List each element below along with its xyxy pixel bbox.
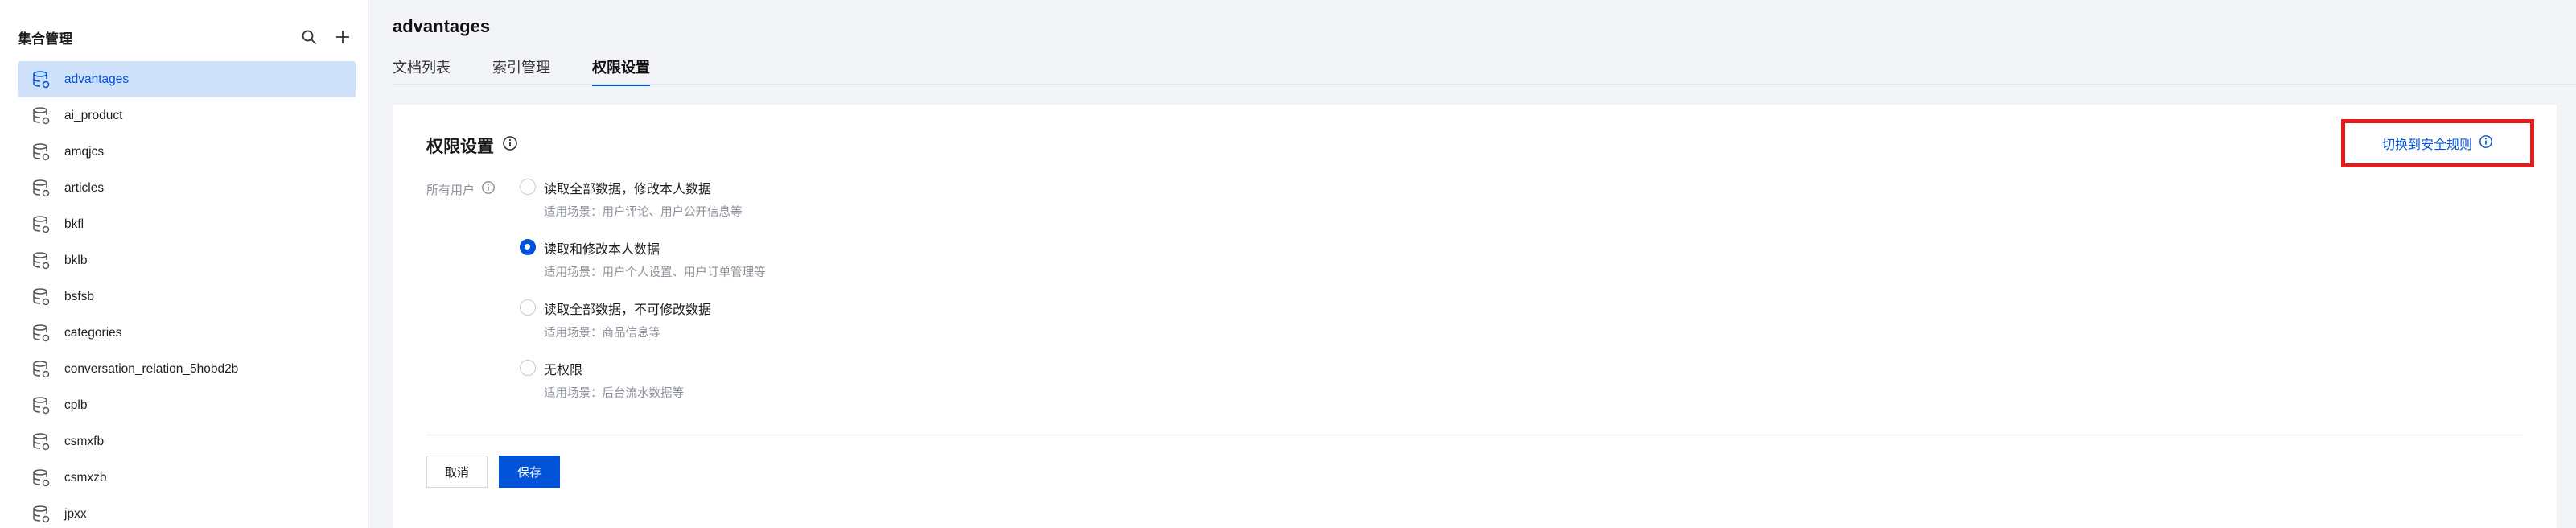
permission-option-title[interactable]: 读取全部数据，不可修改数据: [544, 299, 711, 318]
database-icon: [31, 105, 51, 126]
tab-permissions[interactable]: 权限设置: [592, 56, 650, 86]
sidebar-header: 集合管理: [18, 21, 353, 53]
cancel-button[interactable]: 取消: [426, 456, 488, 488]
permission-radio[interactable]: [520, 179, 536, 195]
collection-item[interactable]: jpxx: [18, 496, 356, 528]
tab-documents[interactable]: 文档列表: [393, 56, 451, 86]
main-panel: advantages 文档列表 索引管理 权限设置 权限设置 切换到安全规则 所…: [368, 0, 2576, 528]
collection-item[interactable]: amqjcs: [18, 134, 356, 170]
permission-option-desc: 适用场景：后台流水数据等: [544, 387, 684, 400]
permission-radio[interactable]: [520, 299, 536, 316]
permission-option-desc: 适用场景：用户个人设置、用户订单管理等: [544, 266, 766, 279]
permission-option-title[interactable]: 读取全部数据，修改本人数据: [544, 178, 711, 197]
collection-item[interactable]: cplb: [18, 387, 356, 423]
collection-item-label: conversation_relation_5hobd2b: [64, 361, 239, 376]
collection-item[interactable]: articles: [18, 170, 356, 206]
save-button[interactable]: 保存: [499, 456, 561, 488]
permission-option-title[interactable]: 无权限: [544, 359, 582, 378]
collection-item-label: bkfl: [64, 217, 84, 231]
database-icon: [31, 142, 51, 163]
permission-card: 权限设置 切换到安全规则 所有用户 读取全部数据，修改本人数据 适用场景：用户评…: [393, 105, 2557, 528]
permission-title: 权限设置: [426, 134, 518, 158]
form-actions: 取消 保存: [426, 456, 561, 488]
collection-item[interactable]: bsfsb: [18, 278, 356, 315]
collection-item-label: articles: [64, 180, 105, 195]
collection-item-label: jpxx: [64, 506, 87, 521]
tab-bar: 文档列表 索引管理 权限设置: [393, 56, 650, 86]
database-icon: [31, 468, 51, 489]
search-icon[interactable]: [298, 27, 319, 47]
database-icon: [31, 395, 51, 416]
database-icon: [31, 359, 51, 380]
collection-item[interactable]: csmxzb: [18, 460, 356, 496]
all-users-label: 所有用户: [426, 180, 496, 198]
collection-item-label: bklb: [64, 253, 88, 267]
database-icon: [31, 287, 51, 307]
switch-to-security-rules-label: 切换到安全规则: [2381, 138, 2472, 152]
database-icon: [31, 69, 51, 90]
collection-item[interactable]: conversation_relation_5hobd2b: [18, 351, 356, 387]
permission-radio[interactable]: [520, 360, 536, 376]
database-icon: [31, 323, 51, 344]
info-icon[interactable]: [502, 135, 518, 156]
collection-list: advantages ai_productamqjcs articles bkfl bk…: [18, 61, 356, 528]
collection-sidebar: 集合管理 advantages ai_productamqjcs articles b…: [0, 0, 368, 528]
info-icon[interactable]: [481, 180, 496, 198]
permission-option-desc: 适用场景：用户评论、用户公开信息等: [544, 206, 743, 219]
all-users-label-text: 所有用户: [426, 183, 475, 197]
collection-item[interactable]: bkfl: [18, 206, 356, 242]
collection-item[interactable]: bklb: [18, 242, 356, 278]
database-icon: [31, 431, 51, 452]
database-icon: [31, 504, 51, 525]
permission-radio[interactable]: [520, 239, 536, 255]
collection-item-label: csmxfb: [64, 434, 105, 448]
switch-to-security-rules-link[interactable]: 切换到安全规则: [2341, 119, 2534, 167]
database-icon: [31, 250, 51, 271]
database-icon: [31, 178, 51, 199]
plus-icon[interactable]: [332, 27, 353, 47]
tab-indexes[interactable]: 索引管理: [492, 56, 550, 86]
permission-option-desc: 适用场景：商品信息等: [544, 327, 660, 340]
permission-option-title[interactable]: 读取和修改本人数据: [544, 238, 660, 258]
collection-item-label: ai_product: [64, 108, 123, 122]
collection-item[interactable]: ai_product: [18, 97, 356, 134]
sidebar-title: 集合管理: [18, 31, 72, 47]
collection-item-label: csmxzb: [64, 470, 107, 485]
collection-item-label: categories: [64, 325, 122, 340]
tabs-divider: [393, 84, 2576, 85]
permission-title-text: 权限设置: [426, 138, 494, 156]
collection-item[interactable]: categories: [18, 315, 356, 351]
page-title: advantages: [393, 16, 491, 36]
collection-item-label: amqjcs: [64, 144, 105, 159]
info-icon: [2479, 134, 2493, 153]
collection-item-label: advantages: [64, 72, 130, 86]
sidebar-actions: [298, 27, 353, 47]
collection-item-label: bsfsb: [64, 289, 95, 303]
collection-item[interactable]: csmxfb: [18, 423, 356, 460]
collection-item-label: cplb: [64, 398, 88, 412]
database-icon: [31, 214, 51, 235]
collection-item[interactable]: advantages: [18, 61, 356, 97]
app-window: 集合管理 advantages ai_productamqjcs articles b…: [0, 0, 2576, 528]
